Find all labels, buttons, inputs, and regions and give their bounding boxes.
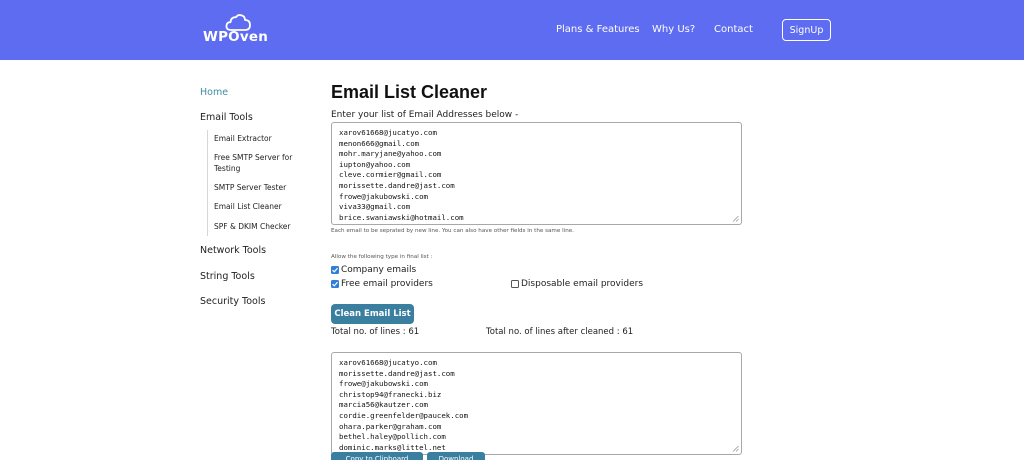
page-title: Email List Cleaner bbox=[331, 82, 488, 102]
input-line: mohr.maryjane@yahoo.com bbox=[339, 149, 442, 159]
sidebar-item-network-tools[interactable]: Network Tools bbox=[200, 245, 266, 256]
submenu-divider bbox=[207, 130, 208, 236]
logo-text: WPOven bbox=[203, 29, 269, 45]
sidebar-subitem-email-extractor[interactable]: Email Extractor bbox=[214, 134, 272, 145]
disposable-email-providers-label[interactable]: Disposable email providers bbox=[521, 279, 643, 289]
clean-email-list-button[interactable]: Clean Email List bbox=[331, 304, 414, 324]
free-email-providers-label[interactable]: Free email providers bbox=[341, 279, 433, 289]
input-line: cleve.cormier@gmail.com bbox=[339, 170, 442, 180]
output-line: marcia56@kautzer.com bbox=[339, 400, 428, 410]
input-line: viva33@gmail.com bbox=[339, 202, 411, 212]
output-line: cordie.greenfelder@paucek.com bbox=[339, 411, 469, 420]
sidebar-subitem-spf-dkim[interactable]: SPF & DKIM Checker bbox=[214, 222, 290, 233]
copy-to-clipboard-button[interactable]: Copy to Clipboard bbox=[331, 452, 423, 460]
input-instruction: Enter your list of Email Addresses below… bbox=[331, 110, 519, 120]
nav-contact[interactable]: Contact bbox=[714, 24, 753, 35]
sidebar-item-string-tools[interactable]: String Tools bbox=[200, 271, 255, 282]
checkmark-icon bbox=[332, 281, 338, 287]
sidebar-item-security-tools[interactable]: Security Tools bbox=[200, 296, 265, 307]
output-line: bethel.haley@pollich.com bbox=[339, 432, 446, 442]
allow-types-label: Allow the following type in final list : bbox=[331, 254, 433, 260]
free-email-providers-checkbox[interactable] bbox=[331, 280, 339, 288]
input-line: xarov61668@jucatyo.com bbox=[339, 128, 437, 137]
total-lines-after-cleaned: Total no. of lines after cleaned : 61 bbox=[486, 327, 634, 337]
disposable-email-providers-checkbox[interactable] bbox=[511, 280, 519, 288]
company-emails-label[interactable]: Company emails bbox=[341, 265, 416, 275]
company-emails-checkbox[interactable] bbox=[331, 266, 339, 274]
wpoven-logo[interactable]: WPOven bbox=[203, 14, 269, 46]
nav-plans-features[interactable]: Plans & Features bbox=[556, 24, 640, 35]
top-header: WPOven Plans & Features Why Us? Contact … bbox=[0, 0, 1024, 60]
sidebar-item-email-tools[interactable]: Email Tools bbox=[200, 112, 253, 123]
resize-grip-icon[interactable] bbox=[732, 445, 739, 452]
output-line: ohara.parker@graham.com bbox=[339, 421, 442, 431]
input-line: brice.swaniawski@hotmail.com bbox=[339, 212, 464, 222]
input-line: frowe@jakubowski.com bbox=[339, 191, 428, 201]
sidebar-subitem-email-list-cleaner[interactable]: Email List Cleaner bbox=[214, 202, 282, 213]
total-lines: Total no. of lines : 61 bbox=[331, 327, 420, 337]
input-line: morissette.dandre@jast.com bbox=[339, 181, 455, 190]
output-line: dominic.marks@littel.net bbox=[339, 442, 446, 452]
input-line: menon666@gmail.com bbox=[339, 138, 420, 148]
output-line: morissette.dandre@jast.com bbox=[339, 368, 455, 378]
signup-button[interactable]: SignUp bbox=[782, 19, 831, 41]
sidebar-subitem-smtp-tester[interactable]: SMTP Server Tester bbox=[214, 183, 286, 194]
email-input-textarea[interactable]: xarov61668@jucatyo.com menon666@gmail.co… bbox=[331, 122, 742, 225]
output-line: frowe@jakubowski.com bbox=[339, 379, 428, 389]
email-output-textarea[interactable]: xarov61668@jucatyo.com morissette.dandre… bbox=[331, 352, 742, 455]
output-line: xarov61668@jucatyo.com bbox=[339, 358, 437, 367]
sidebar-item-home[interactable]: Home bbox=[200, 87, 228, 98]
sidebar-subitem-free-smtp[interactable]: Free SMTP Server for Testing bbox=[214, 153, 310, 174]
input-line: iupton@yahoo.com bbox=[339, 159, 411, 169]
nav-why-us[interactable]: Why Us? bbox=[652, 24, 695, 35]
resize-grip-icon[interactable] bbox=[732, 215, 739, 222]
output-line: christop94@franecki.biz bbox=[339, 389, 442, 399]
download-button[interactable]: Download bbox=[427, 452, 485, 460]
input-hint: Each email to be seprated by new line. Y… bbox=[331, 228, 574, 234]
checkmark-icon bbox=[332, 267, 338, 273]
